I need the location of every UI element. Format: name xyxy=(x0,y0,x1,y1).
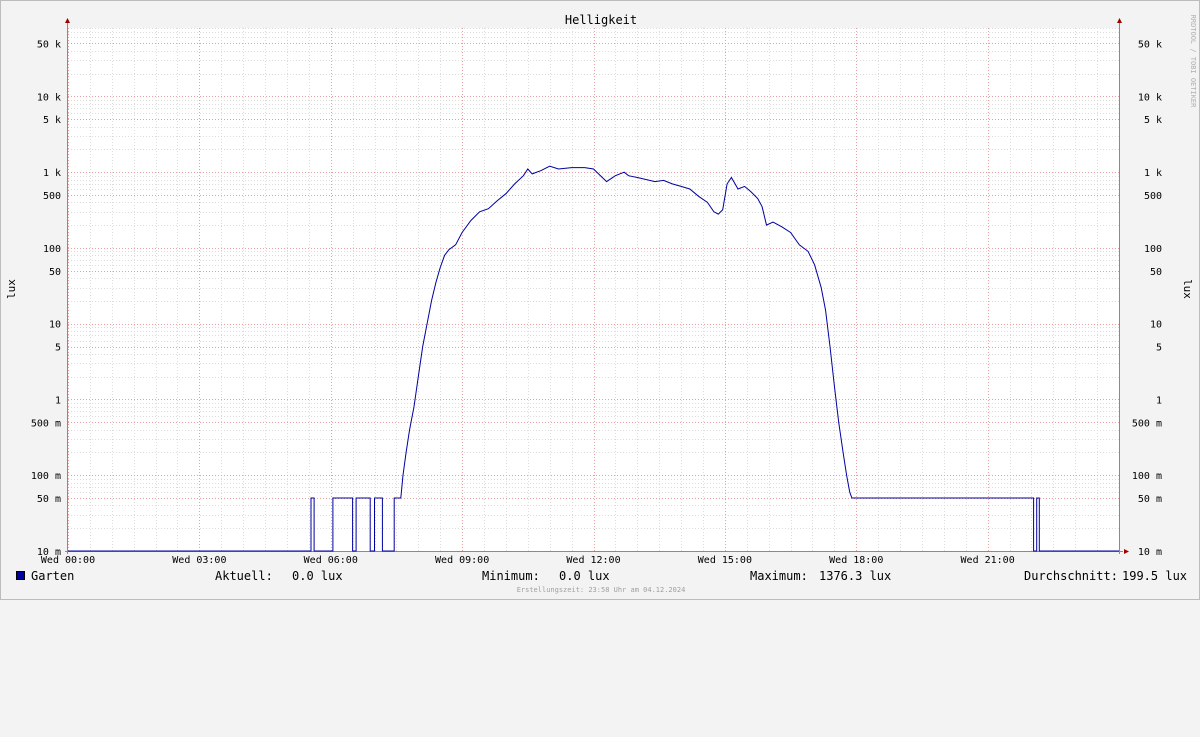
y-tick-label-left: 50 k xyxy=(37,39,61,50)
y-tick-label-left: 10 xyxy=(49,320,61,331)
y-tick-label-left: 100 m xyxy=(31,471,61,482)
average-value: 199.5 lux xyxy=(1122,569,1188,583)
y-tick-label-left: 10 k xyxy=(37,92,61,103)
y-tick-label-left: 100 xyxy=(43,244,61,255)
chart-title: Helligkeit xyxy=(565,13,637,27)
legend-series-name: Garten xyxy=(31,569,75,583)
plot-area xyxy=(68,28,1119,551)
watermark: RRDTOOL / TOBI OETIKER xyxy=(1189,15,1197,109)
footer-timestamp: Erstellungszeit: 23:58 Uhr am 04.12.2024 xyxy=(516,586,686,594)
y-axis-label-right: lux xyxy=(1181,279,1194,299)
y-tick-label-right: 10 xyxy=(1150,320,1162,331)
x-tick-label: Wed 03:00 xyxy=(172,555,226,566)
y-tick-label-right: 500 m xyxy=(1132,418,1162,429)
y-tick-label-left: 1 xyxy=(55,395,61,406)
y-tick-label-right: 50 k xyxy=(1138,39,1162,50)
y-tick-label-left: 1 k xyxy=(43,168,61,179)
y-tick-label-right: 10 k xyxy=(1138,92,1162,103)
y-axis-left-arrow xyxy=(65,18,70,23)
y-tick-label-left: 50 m xyxy=(37,494,61,505)
y-tick-label-left: 50 xyxy=(49,267,61,278)
x-tick-label: Wed 09:00 xyxy=(435,555,489,566)
y-tick-label-right: 5 xyxy=(1156,343,1162,354)
y-tick-label-right: 50 xyxy=(1150,267,1162,278)
y-tick-label-left: 5 k xyxy=(43,115,61,126)
y-tick-label-right: 50 m xyxy=(1138,494,1162,505)
x-tick-label: Wed 12:00 xyxy=(566,555,620,566)
x-tick-label: Wed 21:00 xyxy=(961,555,1015,566)
y-tick-label-left: 500 m xyxy=(31,418,61,429)
y-tick-label-right: 5 k xyxy=(1144,115,1162,126)
y-tick-label-right: 10 m xyxy=(1138,547,1162,558)
x-tick-label: Wed 18:00 xyxy=(829,555,883,566)
legend: Garten Aktuell: 0.0 lux Minimum: 0.0 lux… xyxy=(16,569,1188,585)
y-tick-label-right: 500 xyxy=(1144,191,1162,202)
current-value: 0.0 lux xyxy=(292,569,343,583)
minimum-label: Minimum: xyxy=(482,569,540,583)
maximum-label: Maximum: xyxy=(750,569,808,583)
x-axis-arrow xyxy=(1124,549,1129,554)
y-axis-label-left: lux xyxy=(5,279,18,299)
x-tick-label: Wed 15:00 xyxy=(698,555,752,566)
y-tick-label-right: 100 m xyxy=(1132,471,1162,482)
average-label: Durchschnitt: xyxy=(1024,569,1118,583)
y-tick-label-right: 1 k xyxy=(1144,168,1162,179)
y-tick-label-left: 500 xyxy=(43,191,61,202)
y-tick-label-right: 100 xyxy=(1144,244,1162,255)
chart: 10 m 10 m50 m 50 m100 m 100 m500 m 500 m1 15 5… xyxy=(5,13,1197,566)
y-axis-right-arrow xyxy=(1117,18,1122,23)
legend-swatch xyxy=(16,571,25,580)
maximum-value: 1376.3 lux xyxy=(819,569,892,583)
current-label: Aktuell: xyxy=(215,569,273,583)
y-tick-label-left: 5 xyxy=(55,343,61,354)
x-tick-label: Wed 00:00 xyxy=(41,555,95,566)
graph-frame: 10 m 10 m 50 m 50 m 100 m 100 m 500 m 500 m1155… xyxy=(0,0,1200,600)
y-tick-label-right: 1 xyxy=(1156,395,1162,406)
minimum-value: 0.0 lux xyxy=(559,569,610,583)
x-tick-label: Wed 06:00 xyxy=(304,555,358,566)
